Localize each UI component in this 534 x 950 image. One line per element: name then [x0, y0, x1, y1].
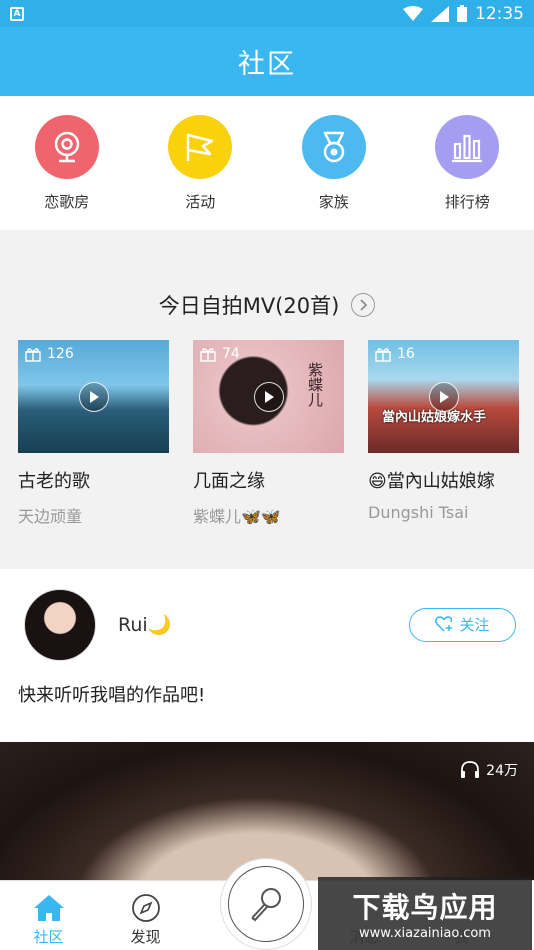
home-icon [33, 895, 64, 921]
watermark: 下载鸟应用 www.xiazainiao.com [318, 877, 532, 950]
mv-song-name: 😄當內山姑娘嫁 [368, 471, 495, 492]
follow-button[interactable]: 关注 [409, 607, 516, 642]
mv-author[interactable]: Dungshi Tsai [368, 503, 519, 522]
gift-icon [375, 347, 391, 362]
post-text: 快来听听我唱的作品吧! [18, 685, 206, 706]
chevron-right-icon[interactable] [351, 293, 376, 317]
mv-card[interactable]: 126 古老的歌 天边顽童 [18, 340, 169, 527]
quicknav-label: 活动 [185, 193, 216, 211]
quicknav-family[interactable]: 家族 [279, 115, 389, 230]
clock: 12:35 [475, 3, 524, 24]
battery-icon [457, 5, 467, 22]
avatar[interactable] [24, 588, 96, 661]
post-username[interactable]: Rui🌙 [118, 613, 171, 636]
headphones-icon [461, 761, 480, 778]
status-bar: A 12:35 [0, 0, 534, 27]
compass-icon [131, 894, 160, 922]
daily-mv-section: 今日自拍MV(20首) 126 古老的歌 天边顽童 74 紫蝶儿 几面之缘 紫蝶… [0, 230, 534, 553]
mv-list: 126 古老的歌 天边顽童 74 紫蝶儿 几面之缘 紫蝶儿� [0, 340, 534, 527]
quick-nav: 恋歌房 活动 家族 排行榜 [0, 96, 534, 230]
notification-icon: A [10, 6, 24, 21]
medal-icon [301, 115, 366, 179]
gift-count: 16 [397, 346, 415, 362]
mv-card[interactable]: 16 當內山姑娘嫁水手 😄當內山姑娘嫁 Dungshi Tsai [368, 340, 519, 527]
quicknav-label: 排行榜 [444, 193, 490, 211]
mv-author[interactable]: 天边顽童 [18, 503, 169, 527]
quicknav-label: 家族 [318, 193, 349, 211]
quicknav-ranking[interactable]: 排行榜 [412, 115, 522, 230]
watermark-url: www.xiazainiao.com [359, 926, 491, 941]
app-header: 社区 [0, 27, 534, 96]
camera-icon [34, 115, 99, 179]
mv-song-name: 几面之缘 [193, 471, 265, 492]
play-icon[interactable] [78, 381, 109, 412]
play-icon[interactable] [428, 381, 459, 412]
quicknav-lovesong-room[interactable]: 恋歌房 [12, 115, 122, 230]
quicknav-label: 恋歌房 [44, 193, 90, 211]
gift-icon [200, 347, 216, 362]
mv-section-header[interactable]: 今日自拍MV(20首) [0, 230, 534, 340]
mv-card[interactable]: 74 紫蝶儿 几面之缘 紫蝶儿🦋🦋 [193, 340, 344, 527]
wifi-icon [403, 5, 423, 21]
flag-icon [168, 115, 233, 179]
tab-discover[interactable]: 发现 [97, 881, 194, 950]
gift-count: 74 [222, 346, 240, 362]
microphone-icon [251, 888, 281, 922]
bar-chart-icon [435, 115, 500, 179]
play-icon[interactable] [253, 381, 284, 412]
mv-author[interactable]: 紫蝶儿🦋🦋 [193, 503, 344, 527]
signal-icon [431, 5, 449, 22]
page-title: 社区 [238, 49, 296, 80]
watermark-title: 下载鸟应用 [352, 891, 498, 924]
mv-thumbnail[interactable]: 74 紫蝶儿 [193, 340, 344, 453]
gift-icon [25, 347, 41, 362]
mv-section-title: 今日自拍MV(20首) [158, 294, 340, 318]
listen-count: 24万 [486, 763, 518, 779]
mv-song-name: 古老的歌 [18, 471, 90, 492]
record-button[interactable] [220, 858, 312, 950]
tab-label: 社区 [33, 928, 64, 946]
feed-post: Rui🌙 关注 快来听听我唱的作品吧! 24万 [0, 569, 534, 901]
heart-plus-icon [435, 616, 453, 632]
post-header: Rui🌙 关注 [0, 569, 534, 661]
mv-thumbnail[interactable]: 16 當內山姑娘嫁水手 [368, 340, 519, 453]
thumbnail-caption: 紫蝶儿 [306, 362, 324, 407]
mv-thumbnail[interactable]: 126 [18, 340, 169, 453]
gift-count: 126 [47, 346, 74, 362]
follow-label: 关注 [459, 616, 490, 634]
tab-community[interactable]: 社区 [0, 881, 97, 950]
quicknav-activities[interactable]: 活动 [145, 115, 255, 230]
tab-label: 发现 [130, 928, 161, 946]
